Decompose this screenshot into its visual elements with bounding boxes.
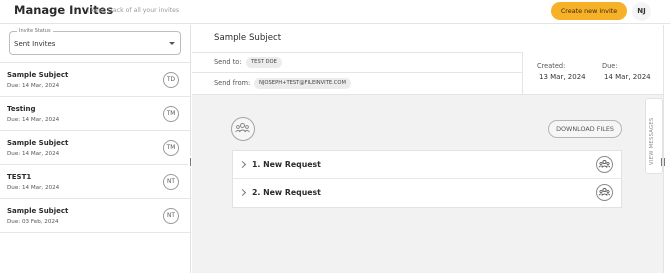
chevron-right-icon [238,160,247,169]
due-label: Due: [602,62,618,70]
invite-status-value: Sent Invites [14,40,56,48]
due-date: 14 Mar, 2024 [604,73,651,81]
download-files-button[interactable]: DOWNLOAD FILES [548,120,622,138]
invite-list: Sample Subject Due: 14 Mar, 2024 TD Test… [0,62,190,233]
invite-list-item[interactable]: Sample Subject Due: 03 Feb, 2024 NT [0,199,190,233]
app-root: Manage Invites | keep track of all your … [0,0,670,273]
chevron-right-icon [238,188,247,197]
invite-status-select[interactable]: Invite Status Sent Invites [9,28,181,55]
divider [192,52,522,53]
group-people-icon [596,156,613,173]
create-new-invite-button[interactable]: Create new invite [551,2,627,20]
invite-list-item[interactable]: Sample Subject Due: 14 Mar, 2024 TD [0,63,190,97]
detail-subject-title: Sample Subject [214,33,282,43]
view-messages-label: VIEW MESSAGES [649,117,655,165]
group-people-icon-graphic [598,159,611,168]
invite-recipient-avatar: NT [163,174,179,190]
invite-list-item[interactable]: Sample Subject Due: 14 Mar, 2024 TM [0,131,190,165]
page-subtitle: | keep track of all your invites [87,7,180,14]
send-from-label: Send from: [214,79,251,87]
invite-subject: Sample Subject [7,71,69,79]
invite-due-date: Due: 14 Mar, 2024 [7,185,60,191]
invite-subject: Testing [7,105,36,113]
invite-recipient-avatar: TD [163,72,179,88]
send-to-chip: TEST DOE [246,57,282,68]
invite-status-label: Invite Status [17,28,53,34]
send-to-label: Send to: [214,58,242,66]
invite-list-item[interactable]: Testing Due: 14 Mar, 2024 TM [0,97,190,131]
dates-divider [522,52,523,95]
invite-due-date: Due: 03 Feb, 2024 [7,219,59,225]
invite-subject: Sample Subject [7,207,69,215]
handle-bar [190,158,191,166]
created-label: Created: [537,62,566,70]
divider [192,72,522,73]
group-people-icon [231,117,255,141]
invites-sidebar: Invite Status Sent Invites Sample Subjec… [0,25,191,273]
invite-due-date: Due: 14 Mar, 2024 [7,83,60,89]
request-row[interactable]: 1. New Request [233,151,621,179]
request-label: 2. New Request [252,188,321,197]
handle-bar [661,158,662,166]
request-label: 1. New Request [252,160,321,169]
invite-list-item[interactable]: TEST1 Due: 14 Mar, 2024 NT [0,165,190,199]
top-header: Manage Invites | keep track of all your … [0,0,670,24]
invite-recipient-avatar: TM [163,106,179,122]
handle-bar [664,158,665,166]
group-people-icon-graphic [598,187,611,196]
group-people-icon-graphic [235,123,250,133]
request-list: 1. New Request 2. New Request [232,150,622,208]
request-row[interactable]: 2. New Request [233,179,621,207]
invite-subject: TEST1 [7,173,32,181]
invite-detail-header: Sample Subject Send to: TEST DOE Send fr… [192,25,670,95]
invite-subject: Sample Subject [7,139,69,147]
invite-recipient-avatar: TM [163,140,179,156]
invite-due-date: Due: 14 Mar, 2024 [7,117,60,123]
right-edge-strip [663,25,670,273]
caret-down-icon [169,42,175,45]
invite-detail-panel: Sample Subject Send to: TEST DOE Send fr… [192,25,670,273]
group-people-icon [596,184,613,201]
created-date: 13 Mar, 2024 [539,73,586,81]
messages-resize-handle[interactable] [659,156,667,168]
invite-recipient-avatar: NT [163,208,179,224]
user-avatar[interactable]: NJ [632,2,651,21]
send-from-chip: NJOSEPH+TEST@FILEINVITE.COM [254,78,351,89]
invite-due-date: Due: 14 Mar, 2024 [7,151,60,157]
